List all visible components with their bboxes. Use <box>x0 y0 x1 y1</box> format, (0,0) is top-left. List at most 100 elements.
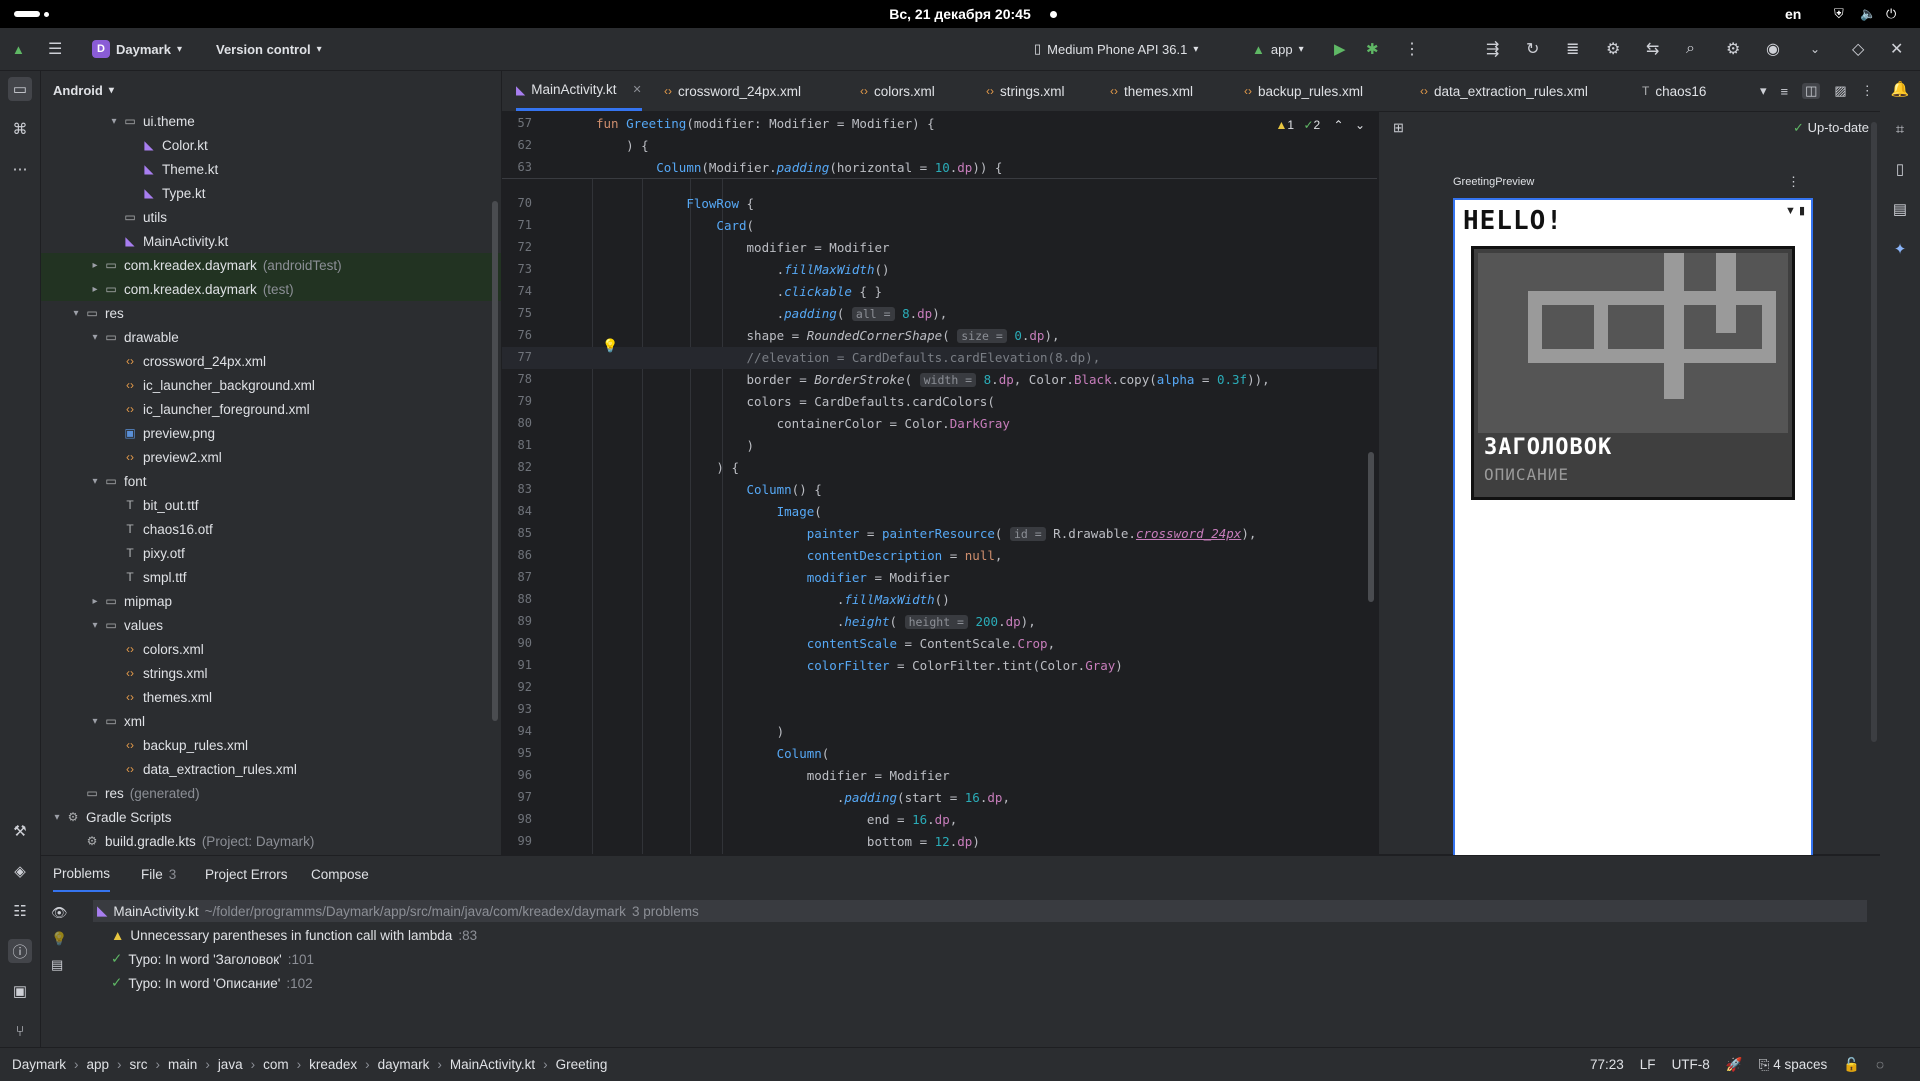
editor-tab[interactable]: ‹› data_extraction_rules.xml <box>1420 71 1588 111</box>
tree-item[interactable]: ‹› preview2.xml <box>41 445 501 469</box>
project-view-selector[interactable]: Android ▾ <box>41 71 501 109</box>
breadcrumb-item[interactable]: kreadex <box>309 1057 357 1072</box>
code-line[interactable]: Card( <box>596 218 754 233</box>
indent-settings[interactable]: ⎘ 4 spaces <box>1759 1057 1828 1073</box>
code-line[interactable]: shape = RoundedCornerShape( size = 0.dp)… <box>596 328 1060 343</box>
tree-item[interactable]: ◣ MainActivity.kt <box>41 229 501 253</box>
chevron-down-icon[interactable]: ▾ <box>68 308 84 319</box>
tree-item[interactable]: ▸ ▭ com.kreadex.daymark (test) <box>41 277 501 301</box>
main-menu-icon[interactable]: ☰ <box>48 28 62 70</box>
code-line[interactable]: .padding( all = 8.dp), <box>596 306 947 321</box>
tree-item[interactable]: ▭ res (generated) <box>41 781 501 805</box>
code-line[interactable]: containerColor = Color.DarkGray <box>596 416 1010 431</box>
more-actions-icon[interactable]: ⋮ <box>1404 28 1420 70</box>
chevron-right-icon[interactable]: ▸ <box>87 260 103 271</box>
code-line[interactable]: .clickable { } <box>596 284 882 299</box>
tree-item[interactable]: ⚙ build.gradle.kts (Project: Daymark) <box>41 829 501 853</box>
code-line[interactable]: modifier = Modifier <box>596 570 950 585</box>
attach-debugger-icon[interactable]: ⚙ <box>1606 28 1620 70</box>
editor-tab[interactable]: ‹› strings.xml <box>986 71 1065 111</box>
tree-item[interactable]: ▸ ▭ mipmap <box>41 589 501 613</box>
running-devices-icon[interactable]: ▯ <box>1888 157 1912 181</box>
vcs-menu[interactable]: Version control ▾ <box>216 28 322 70</box>
device-selector[interactable]: ▯ Medium Phone API 36.1 ▾ <box>1034 28 1198 70</box>
code-line[interactable]: .height( height = 200.dp), <box>596 614 1036 629</box>
tree-item[interactable]: ▾ ▭ xml <box>41 709 501 733</box>
tree-item[interactable]: Tbit_out.ttf <box>41 493 501 517</box>
tree-item[interactable]: ▭ utils <box>41 205 501 229</box>
run-config-selector[interactable]: ▲ app ▾ <box>1252 28 1304 70</box>
problem-item[interactable]: ✓ Typo: In word 'Заголовок':101 <box>111 948 314 970</box>
preview-device-frame[interactable]: HELLO! ▼ ▮ ЗАГОЛОВОК ОПИСАНИЕ <box>1453 198 1813 856</box>
search-icon[interactable]: ⌕ <box>1686 28 1695 70</box>
tree-item[interactable]: ‹› backup_rules.xml <box>41 733 501 757</box>
code-line[interactable]: .padding(start = 16.dp, <box>596 790 1010 805</box>
breadcrumb-item[interactable]: main <box>168 1057 197 1072</box>
code-line[interactable]: ) { <box>596 460 739 475</box>
project-scrollbar[interactable] <box>492 201 498 721</box>
preview-layout-icon[interactable]: ⊞ <box>1393 120 1404 136</box>
editor-tab[interactable]: Tchaos16 <box>1642 71 1706 111</box>
memory-indicator-icon[interactable]: ◌ <box>1876 1057 1884 1072</box>
code-line[interactable]: modifier = Modifier <box>596 240 890 255</box>
chevron-down-icon[interactable]: ▾ <box>87 620 103 631</box>
breadcrumb-item[interactable]: Daymark <box>12 1057 66 1072</box>
logcat-icon[interactable]: ☷ <box>8 899 32 923</box>
breadcrumb-item[interactable]: MainActivity.kt <box>450 1057 535 1072</box>
editor-tab[interactable]: ‹› themes.xml <box>1110 71 1193 111</box>
code-line[interactable]: modifier = Modifier <box>596 768 950 783</box>
rocket-icon[interactable]: 🚀 <box>1726 1057 1743 1073</box>
editor-tab[interactable]: ‹› colors.xml <box>860 71 935 111</box>
volume-icon[interactable]: 🔈 <box>1860 6 1876 22</box>
problem-item[interactable]: ✓ Typo: In word 'Описание':102 <box>111 972 313 994</box>
inspection-widget[interactable]: ▲1 ✓2 ⌃ ⌄ <box>1276 118 1365 132</box>
tree-item[interactable]: ‹› ic_launcher_foreground.xml <box>41 397 501 421</box>
code-line[interactable]: colors = CardDefaults.cardColors( <box>596 394 995 409</box>
details-icon[interactable]: ▤ <box>51 952 68 978</box>
code-line[interactable]: ) <box>596 724 785 739</box>
breadcrumb-item[interactable]: java <box>218 1057 243 1072</box>
tree-item[interactable]: ▾ ▭ drawable <box>41 325 501 349</box>
tree-item[interactable]: ‹› crossword_24px.xml <box>41 349 501 373</box>
editor-tab[interactable]: ◣ MainActivity.kt ✕ <box>516 71 642 111</box>
resource-manager-icon[interactable]: ⌘ <box>8 117 32 141</box>
tree-item[interactable]: ◣ Theme.kt <box>41 157 501 181</box>
code-line[interactable]: Column(Modifier.padding(horizontal = 10.… <box>596 160 1002 175</box>
chevron-down-icon[interactable]: ▾ <box>87 476 103 487</box>
terminal-icon[interactable]: ▣ <box>8 979 32 1003</box>
account-icon[interactable]: ◉ <box>1766 28 1780 70</box>
tree-item[interactable]: ▾ ⚙ Gradle Scripts <box>41 805 501 829</box>
tree-item[interactable]: Tpixy.otf <box>41 541 501 565</box>
code-line[interactable]: painter = painterResource( id = R.drawab… <box>596 526 1256 541</box>
code-line[interactable]: Image( <box>596 504 822 519</box>
editor-tab[interactable]: ‹› backup_rules.xml <box>1244 71 1363 111</box>
code-line[interactable]: end = 16.dp, <box>596 812 957 827</box>
problem-item[interactable]: ▲ Unnecessary parentheses in function cal… <box>111 924 477 946</box>
more-tools-icon[interactable]: ⋯ <box>8 157 32 181</box>
tree-item[interactable]: ‹› themes.xml <box>41 685 501 709</box>
code-line[interactable]: fun Greeting(modifier: Modifier = Modifi… <box>596 116 935 131</box>
eye-icon[interactable]: 👁 <box>51 900 68 926</box>
problems-tab[interactable]: Compose <box>311 856 369 892</box>
chevron-down-icon[interactable]: ⌄ <box>1810 28 1820 70</box>
build-icon[interactable]: ⚒ <box>8 819 32 843</box>
shield-icon[interactable]: ⛨ <box>1834 6 1844 22</box>
code-line[interactable]: Column() { <box>596 482 822 497</box>
device-explorer-icon[interactable]: ▤ <box>1888 197 1912 221</box>
notifications-icon[interactable]: 🔔 <box>1888 77 1912 101</box>
caret-position[interactable]: 77:23 <box>1590 1057 1624 1072</box>
code-line[interactable]: .fillMaxWidth() <box>596 592 950 607</box>
tree-item[interactable]: ▸ ▭ com.kreadex.daymark (androidTest) <box>41 253 501 277</box>
code-line[interactable]: bottom = 12.dp) <box>596 834 980 849</box>
editor-scrollbar[interactable] <box>1368 452 1374 602</box>
code-line[interactable]: ) <box>596 438 755 453</box>
tree-item[interactable]: ▾ ▭ font <box>41 469 501 493</box>
code-line[interactable]: //elevation = CardDefaults.cardElevation… <box>596 350 1101 365</box>
code-line[interactable]: border = BorderStroke( width = 8.dp, Col… <box>596 372 1270 387</box>
lock-icon[interactable]: 🔓 <box>1843 1057 1860 1073</box>
debug-icon[interactable]: ✱ <box>1366 28 1379 70</box>
breadcrumb-item[interactable]: src <box>130 1057 148 1072</box>
gemini-assistant-icon[interactable]: ✦ <box>1888 237 1912 261</box>
settings-gear-icon[interactable]: ⚙ <box>1726 28 1740 70</box>
project-switcher[interactable]: D Daymark ▾ <box>92 28 182 70</box>
